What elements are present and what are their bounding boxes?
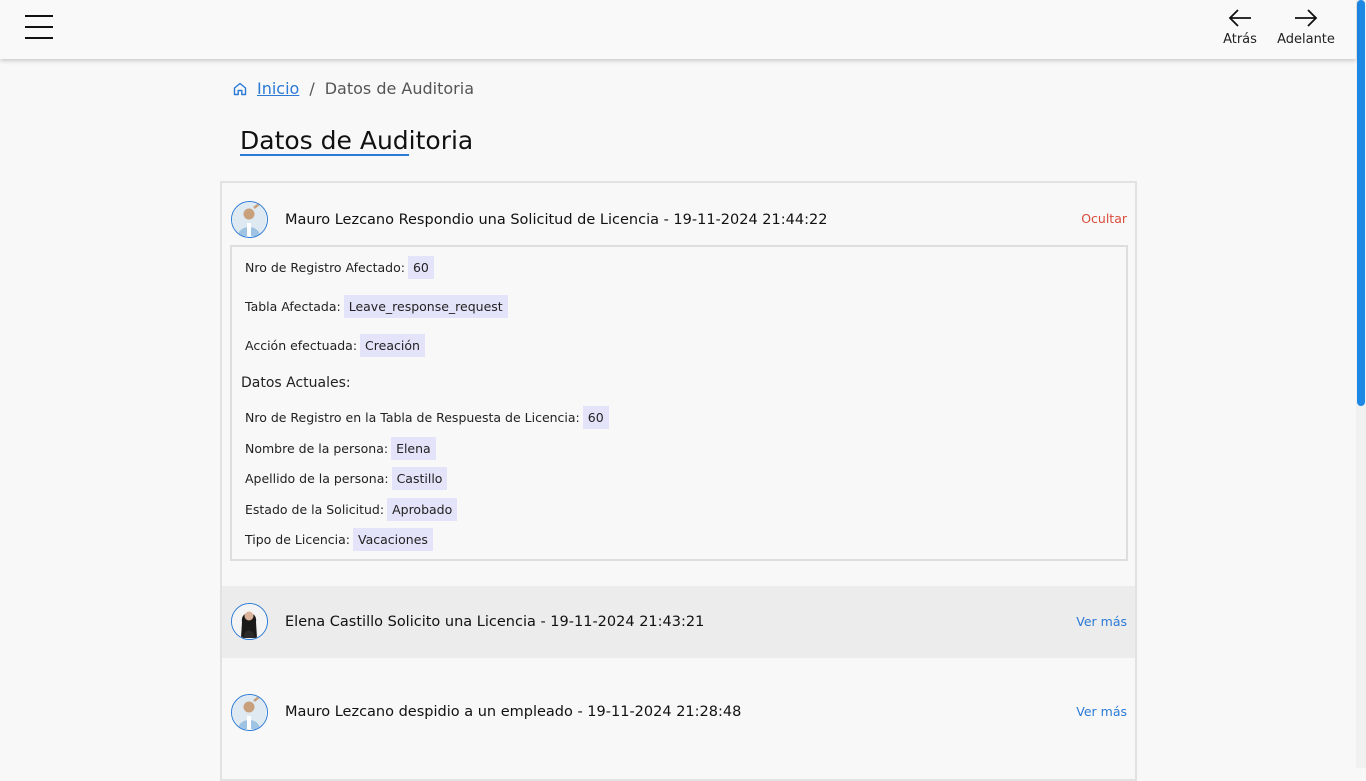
arrow-right-icon xyxy=(1295,9,1318,27)
detail-value: Aprobado xyxy=(387,498,458,521)
section-heading: Datos Actuales: xyxy=(241,375,351,391)
title-underline xyxy=(240,154,409,156)
scrollbar-track[interactable] xyxy=(1356,0,1366,768)
detail-row: Nro de Registro Afectado: 60 xyxy=(245,256,434,279)
forward-label: Adelante xyxy=(1277,32,1335,47)
detail-row: Acción efectuada: Creación xyxy=(245,334,425,357)
menu-line xyxy=(25,15,53,17)
detail-value: 60 xyxy=(582,406,609,429)
detail-label: Nro de Registro Afectado: xyxy=(245,260,405,275)
detail-value: 60 xyxy=(407,256,434,279)
menu-line xyxy=(25,37,53,39)
audit-entry-header[interactable]: Elena Castillo Solicito una Licencia - 1… xyxy=(222,586,1135,658)
forward-button[interactable]: Adelante xyxy=(1275,8,1337,47)
detail-row: Tipo de Licencia: Vacaciones xyxy=(245,528,433,551)
menu-icon[interactable] xyxy=(25,15,53,39)
audit-entry-header[interactable]: Mauro Lezcano despidio a un empleado - 1… xyxy=(222,676,1135,748)
user-avatar-mauro xyxy=(232,202,266,236)
breadcrumb-home-link[interactable]: Inicio xyxy=(257,79,299,98)
detail-row: Nombre de la persona: Elena xyxy=(245,437,436,460)
audit-entry-title: Mauro Lezcano Respondio una Solicitud de… xyxy=(285,212,828,228)
breadcrumb-current: Datos de Auditoria xyxy=(324,79,475,98)
user-avatar-mauro xyxy=(232,695,266,729)
user-avatar-elena xyxy=(232,604,266,638)
back-label: Atrás xyxy=(1223,32,1257,47)
detail-label: Tabla Afectada: xyxy=(245,299,341,314)
hide-details-link[interactable]: Ocultar xyxy=(1081,211,1127,226)
breadcrumb-separator: / xyxy=(309,79,315,98)
detail-label: Estado de la Solicitud: xyxy=(245,502,385,517)
detail-value: Elena xyxy=(391,437,436,460)
audit-log-panel: Mauro Lezcano Respondio una Solicitud de… xyxy=(220,181,1137,781)
top-bar: Atrás Adelante xyxy=(0,0,1356,59)
avatar xyxy=(231,201,268,238)
home-icon[interactable] xyxy=(232,81,248,97)
back-button[interactable]: Atrás xyxy=(1222,8,1258,47)
avatar xyxy=(231,694,268,731)
breadcrumb: Inicio / Datos de Auditoria xyxy=(232,79,474,98)
audit-entry-details: Nro de Registro Afectado: 60 Tabla Afect… xyxy=(230,245,1128,561)
see-more-link[interactable]: Ver más xyxy=(1076,614,1127,629)
detail-label: Nombre de la persona: xyxy=(245,441,389,456)
detail-value: Vacaciones xyxy=(353,528,433,551)
arrow-left-icon xyxy=(1228,9,1251,27)
detail-value: Castillo xyxy=(391,467,448,490)
detail-value: Creación xyxy=(360,334,425,357)
page-title: Datos de Auditoria xyxy=(240,126,474,155)
scrollbar-thumb[interactable] xyxy=(1357,0,1365,406)
avatar xyxy=(231,603,268,640)
detail-label: Tipo de Licencia: xyxy=(245,532,351,547)
detail-label: Acción efectuada: xyxy=(245,338,358,353)
menu-line xyxy=(25,26,53,28)
detail-label: Nro de Registro en la Tabla de Respuesta… xyxy=(245,410,580,425)
detail-row: Tabla Afectada: Leave_response_request xyxy=(245,295,508,318)
detail-label: Apellido de la persona: xyxy=(245,471,389,486)
see-more-link[interactable]: Ver más xyxy=(1076,704,1127,719)
detail-row: Estado de la Solicitud: Aprobado xyxy=(245,498,458,521)
audit-entry-title: Elena Castillo Solicito una Licencia - 1… xyxy=(285,614,705,630)
detail-value: Leave_response_request xyxy=(343,295,508,318)
audit-entry-title: Mauro Lezcano despidio a un empleado - 1… xyxy=(285,704,742,720)
detail-row: Nro de Registro en la Tabla de Respuesta… xyxy=(245,406,609,429)
detail-row: Apellido de la persona: Castillo xyxy=(245,467,448,490)
